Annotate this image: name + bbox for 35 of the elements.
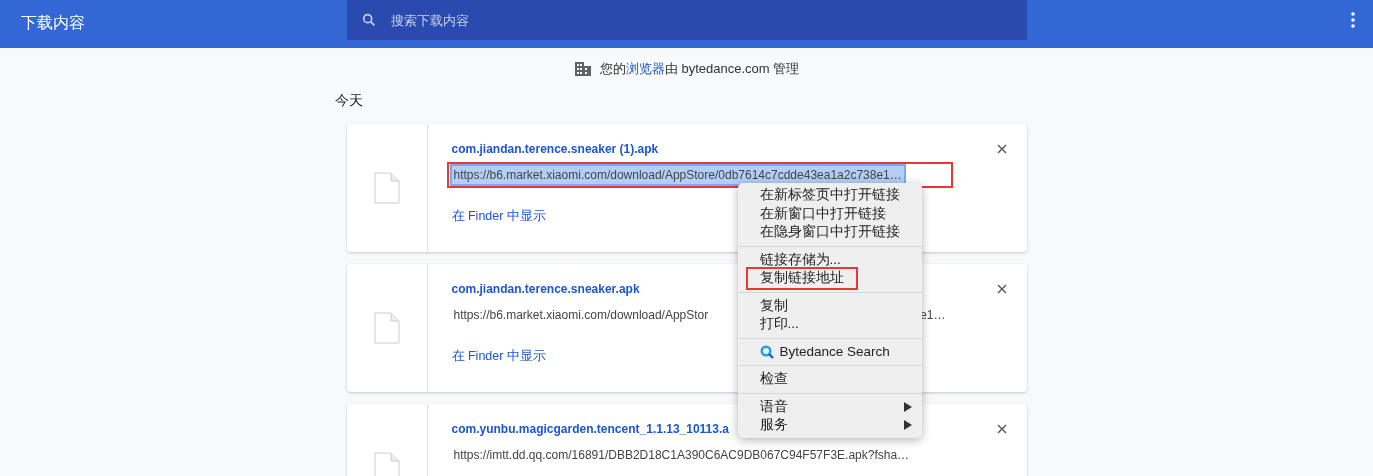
show-in-finder-link[interactable]: 在 Finder 中显示 [451, 348, 546, 365]
menu-item[interactable]: 在新窗口中打开链接 [747, 204, 898, 223]
search-icon [759, 344, 774, 359]
page-title: 下载内容 [21, 13, 85, 33]
more-menu-icon[interactable] [1351, 12, 1355, 28]
file-url[interactable]: https://imtt.dd.qq.com/16891/DBB2D18C1A390C6AC9DB067C94F57F3E.apk?fsha… [451, 446, 912, 464]
file-url[interactable]: https://b6.market.xiaomi.com/download/AppStore/0db7614c7cdde43ea1a2c738e1… [451, 166, 904, 184]
menu-item[interactable]: 服务 [747, 416, 800, 435]
section-title: 今天 [334, 92, 364, 110]
file-url[interactable]: https://b6.market.xiaomi.com/download/AppStor [451, 306, 711, 324]
building-icon [573, 61, 592, 77]
close-icon[interactable] [996, 284, 1007, 294]
search-field[interactable]: 搜索下载内容 [390, 12, 591, 28]
file-icon [373, 172, 400, 204]
show-in-finder-link[interactable]: 在 Finder 中显示 [451, 208, 546, 225]
file-name-link[interactable]: com.jiandan.terence.sneaker (1).apk [451, 142, 659, 156]
menu-item[interactable]: 链接存储为... [747, 250, 853, 269]
menu-item[interactable]: Bytedance Search [747, 342, 902, 361]
close-icon[interactable] [996, 424, 1007, 434]
browser-link[interactable]: 浏览器 [625, 61, 665, 76]
submenu-arrow-icon [903, 420, 912, 431]
menu-item[interactable]: 打印... [747, 315, 811, 334]
menu-item[interactable]: 在隐身窗口中打开链接 [747, 223, 912, 242]
close-icon[interactable] [996, 144, 1007, 154]
search-icon [360, 12, 377, 28]
submenu-arrow-icon [903, 401, 912, 412]
menu-item[interactable]: 语音 [747, 397, 800, 416]
managed-notice: 您的浏览器由 bytedance.com 管理 [599, 60, 800, 78]
file-name-link[interactable]: com.yunbu.magicgarden.tencent_1.1.13_10113.a [451, 422, 729, 436]
file-name-link[interactable]: com.jiandan.terence.sneaker.apk [451, 282, 640, 296]
menu-item[interactable]: 复制链接地址 [747, 269, 856, 288]
file-icon [373, 312, 400, 344]
menu-item[interactable]: 在新标签页中打开链接 [747, 186, 912, 205]
menu-item[interactable]: 检查 [747, 370, 800, 389]
menu-item[interactable]: 复制 [747, 296, 800, 315]
